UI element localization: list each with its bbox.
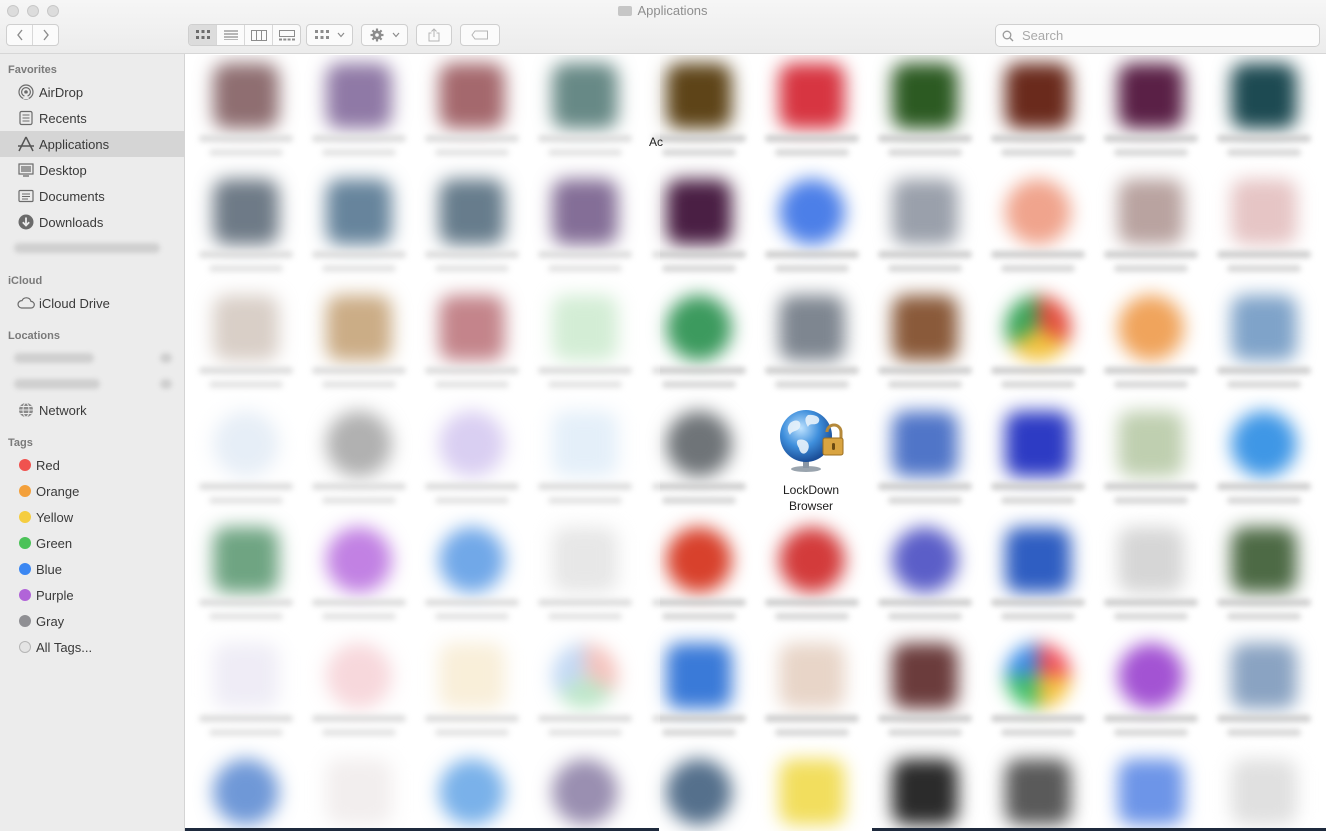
sidebar-item-recents[interactable]: Recents: [0, 105, 184, 131]
sidebar-item-label: Purple: [36, 587, 74, 603]
zoom-window-button[interactable]: [47, 5, 59, 17]
sidebar-item-airdrop[interactable]: AirDrop: [0, 79, 184, 105]
all-tags-dot-icon: [19, 641, 31, 653]
sidebar-tag-gray[interactable]: Gray: [0, 608, 184, 634]
sidebar-item-label: Applications: [39, 136, 110, 152]
chevron-down-icon: [337, 32, 344, 38]
sidebar-tag-yellow[interactable]: Yellow: [0, 504, 184, 530]
favorites-header: Favorites: [8, 64, 57, 76]
sidebar-item-label: AirDrop: [39, 84, 84, 100]
tags-header: Tags: [8, 437, 33, 449]
list-view-icon: [223, 30, 238, 40]
tag-icon: [471, 30, 488, 40]
sidebar-item-label: Documents: [39, 188, 105, 204]
sidebar-item-label: Red: [36, 457, 60, 473]
desktop-icon: [17, 161, 35, 179]
sidebar-tag-purple[interactable]: Purple: [0, 582, 184, 608]
sidebar-tag-blue[interactable]: Blue: [0, 556, 184, 582]
folder-icon: [618, 6, 633, 16]
window-title-text: Applications: [637, 3, 708, 18]
sidebar-item-icloud-drive[interactable]: iCloud Drive: [0, 290, 184, 316]
documents-icon: [17, 187, 35, 205]
sidebar-item-label: iCloud Drive: [39, 295, 110, 311]
minimize-window-button[interactable]: [27, 5, 39, 17]
airdrop-icon: [17, 83, 35, 101]
column-view-button[interactable]: [245, 25, 273, 45]
green-tag-dot-icon: [19, 537, 31, 549]
list-view-button[interactable]: [217, 25, 245, 45]
sidebar-item-label: All Tags...: [36, 639, 93, 655]
search-input[interactable]: [1020, 27, 1314, 44]
sidebar-item-applications[interactable]: Applications: [0, 131, 184, 157]
purple-tag-dot-icon: [19, 589, 31, 601]
sidebar-item-label: Network: [39, 402, 87, 418]
chevron-right-icon: [42, 29, 49, 41]
locations-header: Locations: [8, 330, 60, 342]
forward-button[interactable]: [33, 25, 58, 45]
chevron-down-icon: [392, 32, 399, 38]
lockdown-browser-app[interactable]: LockDown Browser: [771, 408, 851, 518]
app-name-line-2: Browser: [788, 499, 833, 513]
sidebar-item-label: Desktop: [39, 162, 87, 178]
sidebar-tag-green[interactable]: Green: [0, 530, 184, 556]
cloud-icon: [17, 294, 35, 312]
sidebar-item-network[interactable]: Network: [0, 397, 184, 423]
chevron-left-icon: [16, 29, 23, 41]
window-title: Applications: [0, 3, 1326, 18]
clipped-label-text: Ac: [649, 135, 664, 149]
orange-tag-dot-icon: [19, 485, 31, 497]
close-window-button[interactable]: [7, 5, 19, 17]
icon-view-button[interactable]: [189, 25, 217, 45]
sidebar-item-label: Green: [36, 535, 73, 551]
globe-lock-icon: [780, 410, 844, 472]
group-by-icon: [314, 30, 329, 39]
redacted-location-item[interactable]: [14, 353, 94, 363]
app-name-line-1: LockDown: [782, 483, 840, 497]
column-view-icon: [250, 29, 267, 41]
gray-tag-dot-icon: [19, 615, 31, 627]
sidebar-item-label: Yellow: [36, 509, 74, 525]
search-field[interactable]: [995, 24, 1320, 47]
yellow-tag-dot-icon: [19, 511, 31, 523]
share-button[interactable]: [416, 24, 452, 46]
grid-view-icon: [195, 30, 210, 39]
back-button[interactable]: [7, 25, 33, 45]
sidebar-item-label: Recents: [39, 110, 87, 126]
downloads-icon: [17, 213, 35, 231]
sidebar-item-desktop[interactable]: Desktop: [0, 157, 184, 183]
red-tag-dot-icon: [19, 459, 31, 471]
sidebar-item-downloads[interactable]: Downloads: [0, 209, 184, 235]
group-by-button[interactable]: [306, 24, 353, 46]
navigation-buttons: [6, 24, 59, 46]
redacted-sidebar-item[interactable]: [14, 243, 160, 253]
blue-tag-dot-icon: [19, 563, 31, 575]
icloud-header: iCloud: [8, 275, 43, 287]
sidebar-item-label: Orange: [36, 483, 80, 499]
share-icon: [428, 28, 440, 42]
sidebar-item-label: Blue: [36, 561, 63, 577]
sidebar-item-documents[interactable]: Documents: [0, 183, 184, 209]
sidebar-item-label: Gray: [36, 613, 65, 629]
gallery-view-icon: [278, 29, 295, 40]
applications-icon-grid: LockDown Browser Ac: [185, 55, 1326, 831]
applications-icon: [17, 135, 35, 153]
search-icon: [1002, 30, 1014, 41]
action-button[interactable]: [361, 24, 408, 46]
recents-icon: [17, 109, 35, 127]
network-icon: [17, 401, 35, 419]
redacted-location-item[interactable]: [14, 379, 100, 389]
eject-icon[interactable]: [160, 379, 172, 389]
sidebar-tag-red[interactable]: Red: [0, 452, 184, 478]
view-mode-control: [188, 24, 301, 46]
edit-tags-button[interactable]: [460, 24, 500, 46]
sidebar-tag-orange[interactable]: Orange: [0, 478, 184, 504]
gear-icon: [370, 28, 383, 42]
eject-icon[interactable]: [160, 353, 172, 363]
app-name-label: LockDown Browser: [765, 482, 857, 514]
sidebar: Favorites AirDrop Recents Applications D…: [0, 54, 185, 831]
sidebar-all-tags[interactable]: All Tags...: [0, 634, 184, 660]
window-toolbar: Applications: [0, 0, 1326, 54]
sidebar-item-label: Downloads: [39, 214, 104, 230]
gallery-view-button[interactable]: [273, 25, 300, 45]
